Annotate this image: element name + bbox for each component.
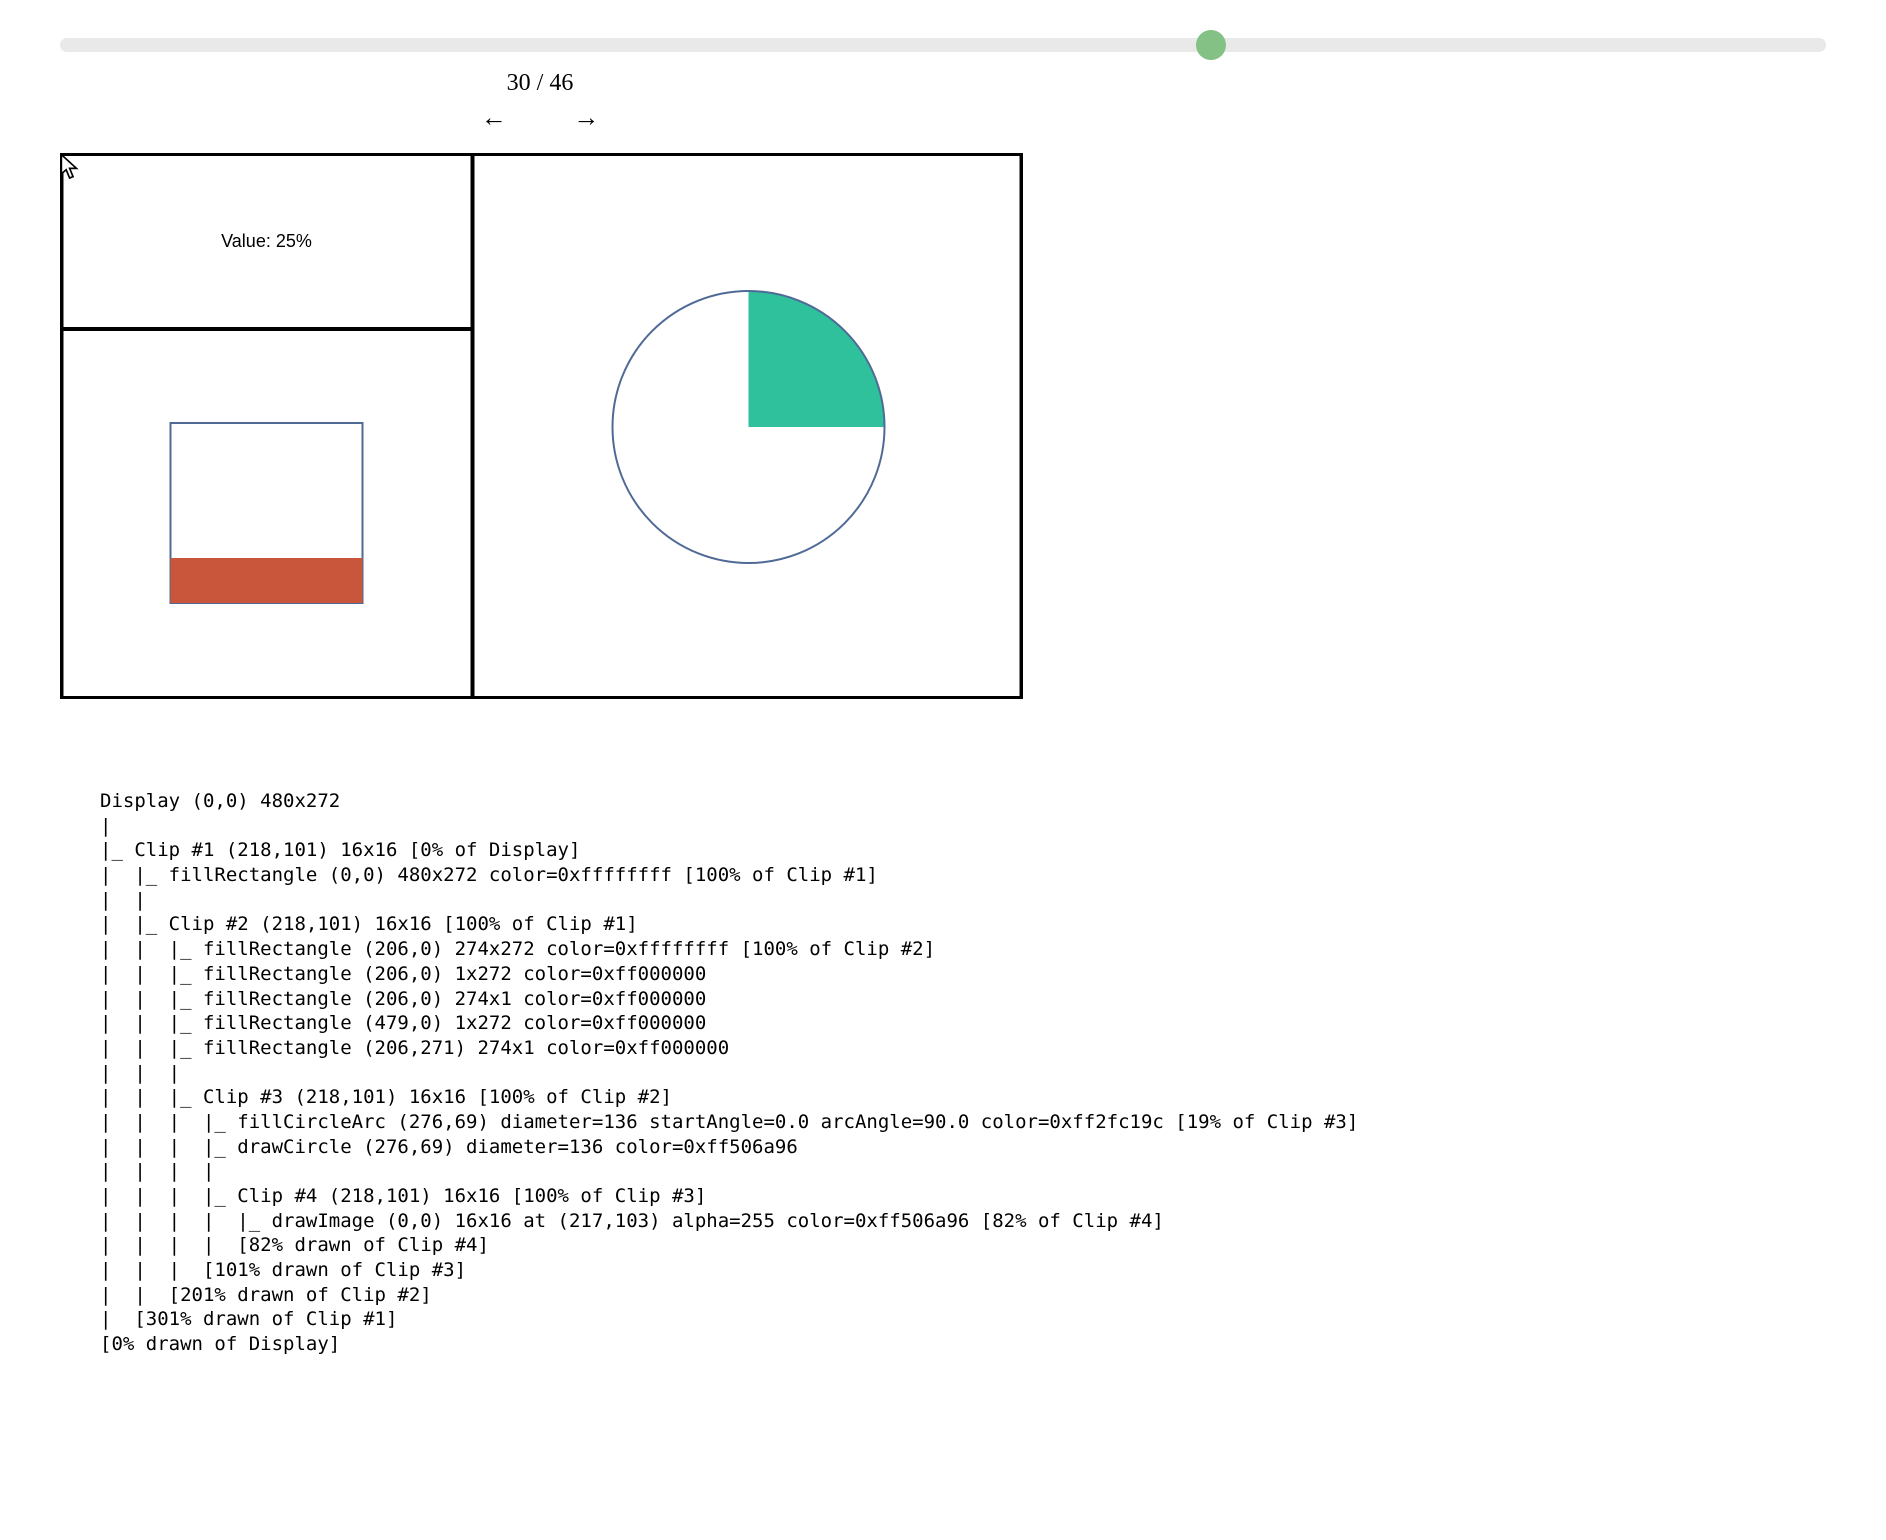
bar-fill (171, 558, 363, 603)
timeline-track (60, 38, 1826, 52)
timeline-thumb[interactable] (1196, 30, 1226, 60)
render-log: Display (0,0) 480x272 | |_ Clip #1 (218,… (100, 789, 1886, 1357)
render-preview: Value: 25% (60, 153, 1023, 699)
next-arrow-icon[interactable]: → (573, 103, 599, 133)
preview-svg: Value: 25% (60, 153, 1023, 699)
step-counter: 30 / 46 (507, 70, 574, 96)
timeline-slider[interactable] (60, 30, 1826, 60)
prev-arrow-icon[interactable]: ← (481, 103, 507, 133)
value-label: Value: 25% (221, 231, 312, 251)
